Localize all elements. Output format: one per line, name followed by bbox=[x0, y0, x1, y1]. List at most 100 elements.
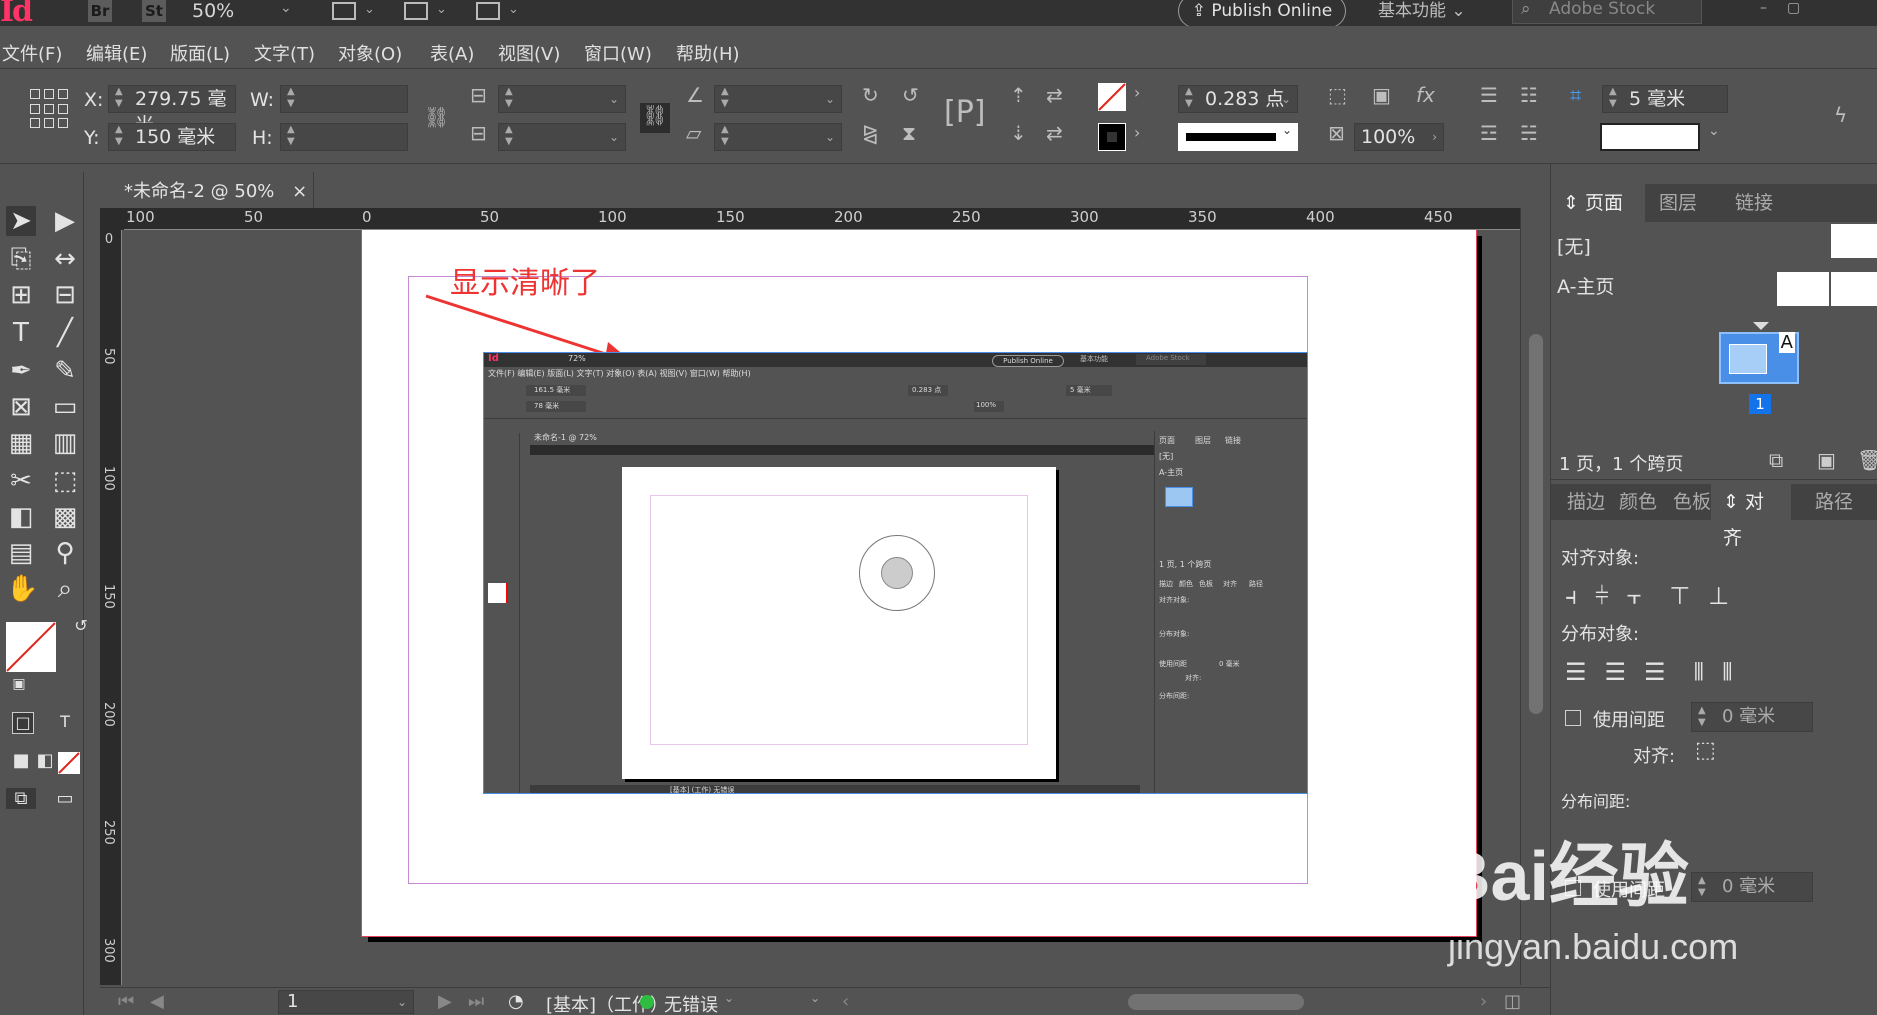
gap-tool-icon[interactable]: ↔ bbox=[50, 244, 80, 274]
select-content-icon[interactable]: ⇣ bbox=[1010, 121, 1027, 145]
line-tool-icon[interactable]: ╱ bbox=[50, 318, 80, 348]
stepper-icon[interactable]: ▲ ▼ bbox=[721, 124, 729, 148]
hand-tool-icon[interactable]: ✋ bbox=[6, 574, 38, 604]
stepper-icon[interactable]: ▲ ▼ bbox=[1698, 705, 1706, 729]
drop-shadow-icon[interactable]: ⬚ bbox=[1328, 83, 1347, 107]
fill-color-swatch[interactable] bbox=[6, 622, 56, 672]
text-wrap-shape-icon[interactable]: ☲ bbox=[1480, 121, 1498, 145]
scale-x-field[interactable]: ▲ ▼ ⌄ bbox=[498, 85, 626, 113]
pen-tool-icon[interactable]: ✒ bbox=[6, 356, 36, 386]
stepper-icon[interactable]: ▲ ▼ bbox=[287, 86, 295, 110]
minimize-icon[interactable]: – bbox=[1760, 0, 1787, 16]
chevron-down-icon[interactable]: ⌄ bbox=[280, 0, 292, 16]
tab-align[interactable]: ⇕ 对齐 bbox=[1711, 484, 1791, 549]
chevron-down-icon[interactable]: ⌄ bbox=[825, 124, 835, 150]
align-right-icon[interactable]: ⫟ bbox=[1627, 582, 1660, 610]
workspace-switcher[interactable]: 基本功能 ⌄ bbox=[1378, 0, 1466, 21]
menu-type[interactable]: 文字(T) bbox=[254, 40, 315, 66]
apply-none-icon[interactable] bbox=[58, 752, 80, 774]
next-page-icon[interactable]: ▶ bbox=[438, 991, 452, 1012]
previous-page-icon[interactable]: ◀ bbox=[150, 991, 164, 1012]
tab-color[interactable]: 颜色 bbox=[1607, 484, 1669, 520]
zoom-level-select[interactable]: 50% bbox=[192, 0, 234, 22]
table-columns-icon[interactable]: ▥ bbox=[50, 428, 80, 458]
x-position-field[interactable]: ▲▼279.75 毫米 bbox=[108, 85, 236, 136]
view-options-icon[interactable] bbox=[332, 2, 356, 20]
edit-page-size-icon[interactable]: ⧉ bbox=[1769, 448, 1783, 472]
select-container-icon[interactable]: ⇡ bbox=[1010, 83, 1027, 107]
align-left-icon[interactable]: ⫞ bbox=[1565, 582, 1595, 610]
stepper-icon[interactable]: ▲ ▼ bbox=[505, 86, 513, 110]
stroke-type-select[interactable]: ⌄ bbox=[1178, 123, 1298, 151]
corner-shape-select[interactable] bbox=[1600, 123, 1700, 151]
menu-layout[interactable]: 版面(L) bbox=[170, 40, 230, 66]
stroke-swatch[interactable] bbox=[1098, 123, 1126, 151]
preflight-status[interactable]: 无错误 bbox=[664, 991, 718, 1015]
formatting-text-icon[interactable]: T bbox=[50, 712, 80, 731]
link-icon[interactable]: ⛓ bbox=[640, 103, 670, 133]
stepper-icon[interactable]: ▲ ▼ bbox=[505, 124, 513, 148]
ruler-origin[interactable] bbox=[100, 208, 124, 230]
chevron-down-icon[interactable]: ⌄ bbox=[1281, 86, 1291, 112]
new-page-icon[interactable]: ▣ bbox=[1817, 448, 1836, 472]
align-vcenter-icon[interactable]: ⊥ bbox=[1708, 582, 1747, 610]
chevron-down-icon[interactable]: ⌄ bbox=[1708, 123, 1720, 139]
reference-point-grid[interactable] bbox=[30, 89, 70, 129]
distribute-spacing-field[interactable]: ▲ ▼ 0 毫米 bbox=[1691, 702, 1813, 732]
text-wrap-none-icon[interactable]: ☰ bbox=[1480, 83, 1498, 107]
distribute-hcenter-icon[interactable]: ⦀ bbox=[1722, 658, 1751, 686]
pencil-tool-icon[interactable]: ✎ bbox=[50, 356, 80, 386]
none-master-label[interactable]: [无] bbox=[1557, 232, 1591, 259]
content-collector-icon[interactable]: ⊞ bbox=[6, 280, 36, 310]
a-master-left-thumbnail[interactable] bbox=[1777, 272, 1829, 306]
open-document-icon[interactable]: ◔ bbox=[508, 991, 524, 1012]
rectangle-frame-tool-icon[interactable]: ⊠ bbox=[6, 392, 36, 422]
embedded-screenshot-image[interactable]: Id 72% Publish Online 基本功能 Adobe Stock 文… bbox=[483, 352, 1308, 794]
close-icon[interactable]: × bbox=[292, 181, 307, 202]
tab-pathfinder[interactable]: 路径 bbox=[1803, 484, 1865, 520]
height-field[interactable]: ▲ ▼ bbox=[280, 123, 408, 151]
distribute-vcenter-icon[interactable]: ☰ bbox=[1605, 658, 1645, 686]
chevron-down-icon[interactable]: ⌄ bbox=[436, 2, 447, 17]
chevron-down-icon[interactable]: ⌄ bbox=[810, 991, 820, 1005]
corner-options-icon[interactable]: ⌗ bbox=[1570, 83, 1581, 107]
distribute-bottom-icon[interactable]: ☰ bbox=[1644, 658, 1684, 686]
stepper-icon[interactable]: ▲ ▼ bbox=[115, 86, 123, 110]
apply-gradient-icon[interactable]: ◧ bbox=[30, 750, 60, 771]
maximize-icon[interactable]: ▢ bbox=[1787, 0, 1820, 16]
opacity-field[interactable]: 100% › bbox=[1354, 123, 1444, 151]
fx-icon[interactable]: fx bbox=[1416, 83, 1435, 107]
page-number-field[interactable]: 1 ⌄ bbox=[278, 990, 414, 1014]
type-tool-icon[interactable]: T bbox=[6, 318, 36, 348]
stepper-icon[interactable]: ▲ ▼ bbox=[721, 86, 729, 110]
chevron-down-icon[interactable]: ⌄ bbox=[364, 2, 375, 17]
first-page-icon[interactable]: ⏮ bbox=[118, 991, 134, 1012]
page-tool-icon[interactable]: ⎘ bbox=[6, 244, 36, 275]
scroll-right-icon[interactable]: › bbox=[1480, 991, 1487, 1012]
effects-frame-icon[interactable]: ▣ bbox=[1372, 83, 1391, 107]
select-next-icon[interactable]: ⇄ bbox=[1046, 121, 1063, 145]
constrain-proportions-icon[interactable]: ⛓ bbox=[424, 105, 449, 129]
distribute-left-icon[interactable]: ⦀ bbox=[1694, 658, 1723, 686]
free-transform-tool-icon[interactable]: ⬚ bbox=[50, 466, 80, 496]
vertical-ruler[interactable]: 0 50 100 150 200 250 300 bbox=[100, 230, 122, 985]
menu-view[interactable]: 视图(V) bbox=[498, 40, 560, 66]
normal-view-mode-icon[interactable]: ⧉ bbox=[6, 788, 36, 809]
fill-dropdown-icon[interactable]: › bbox=[1134, 83, 1140, 102]
eyedropper-tool-icon[interactable]: ⚲ bbox=[50, 538, 80, 568]
note-tool-icon[interactable]: ▤ bbox=[6, 538, 36, 568]
scroll-left-icon[interactable]: ‹ bbox=[842, 991, 849, 1012]
gradient-swatch-tool-icon[interactable]: ◧ bbox=[6, 502, 36, 532]
formatting-container-icon[interactable]: □ bbox=[12, 712, 34, 734]
default-colors-icon[interactable]: ▣ bbox=[4, 676, 34, 692]
chevron-right-icon[interactable]: › bbox=[1432, 124, 1437, 150]
stepper-icon[interactable]: ▲ ▼ bbox=[1609, 86, 1617, 110]
stroke-weight-field[interactable]: ▲ ▼ 0.283 点 ⌄ bbox=[1178, 85, 1298, 113]
text-wrap-jump-icon[interactable]: ☵ bbox=[1520, 121, 1538, 145]
quick-apply-icon[interactable]: ϟ bbox=[1834, 103, 1847, 127]
bridge-button[interactable]: Br bbox=[88, 0, 112, 22]
rotate-counterclockwise-icon[interactable]: ↺ bbox=[902, 83, 919, 107]
page-1-thumbnail[interactable]: A bbox=[1719, 332, 1799, 384]
a-master-right-thumbnail[interactable] bbox=[1831, 272, 1877, 306]
align-top-icon[interactable]: ⊤ bbox=[1669, 582, 1708, 610]
